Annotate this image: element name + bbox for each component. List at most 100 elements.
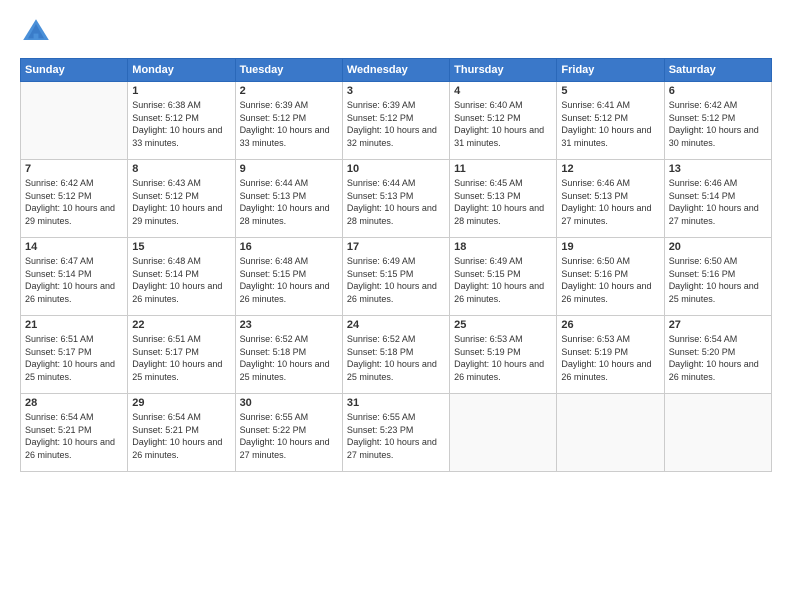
calendar-table: SundayMondayTuesdayWednesdayThursdayFrid… [20, 58, 772, 472]
day-number: 4 [454, 85, 552, 97]
day-info: Sunrise: 6:39 AMSunset: 5:12 PMDaylight:… [240, 99, 338, 149]
logo-icon [20, 16, 52, 48]
calendar-cell [664, 394, 771, 472]
calendar-cell: 29 Sunrise: 6:54 AMSunset: 5:21 PMDayligh… [128, 394, 235, 472]
calendar-cell [450, 394, 557, 472]
calendar-week-row: 1 Sunrise: 6:38 AMSunset: 5:12 PMDaylight… [21, 82, 772, 160]
calendar-cell: 18 Sunrise: 6:49 AMSunset: 5:15 PMDayligh… [450, 238, 557, 316]
day-number: 21 [25, 319, 123, 331]
calendar-cell: 28 Sunrise: 6:54 AMSunset: 5:21 PMDayligh… [21, 394, 128, 472]
day-number: 5 [561, 85, 659, 97]
logo [20, 16, 56, 48]
day-number: 13 [669, 163, 767, 175]
day-info: Sunrise: 6:52 AMSunset: 5:18 PMDaylight:… [347, 333, 445, 383]
day-number: 23 [240, 319, 338, 331]
weekday-header-row: SundayMondayTuesdayWednesdayThursdayFrid… [21, 59, 772, 82]
day-number: 31 [347, 397, 445, 409]
calendar-cell: 16 Sunrise: 6:48 AMSunset: 5:15 PMDayligh… [235, 238, 342, 316]
day-number: 10 [347, 163, 445, 175]
calendar-cell: 31 Sunrise: 6:55 AMSunset: 5:23 PMDayligh… [342, 394, 449, 472]
day-number: 14 [25, 241, 123, 253]
weekday-header-saturday: Saturday [664, 59, 771, 82]
day-info: Sunrise: 6:41 AMSunset: 5:12 PMDaylight:… [561, 99, 659, 149]
day-number: 28 [25, 397, 123, 409]
calendar-cell: 8 Sunrise: 6:43 AMSunset: 5:12 PMDaylight… [128, 160, 235, 238]
day-number: 16 [240, 241, 338, 253]
day-number: 17 [347, 241, 445, 253]
calendar-cell: 2Sunrise: 6:39 AMSunset: 5:12 PMDaylight… [235, 82, 342, 160]
header [20, 16, 772, 48]
page-container: SundayMondayTuesdayWednesdayThursdayFrid… [0, 0, 792, 482]
day-info: Sunrise: 6:54 AMSunset: 5:21 PMDaylight:… [25, 411, 123, 461]
day-info: Sunrise: 6:49 AMSunset: 5:15 PMDaylight:… [347, 255, 445, 305]
day-number: 7 [25, 163, 123, 175]
weekday-header-thursday: Thursday [450, 59, 557, 82]
day-number: 29 [132, 397, 230, 409]
weekday-header-tuesday: Tuesday [235, 59, 342, 82]
calendar-cell: 25 Sunrise: 6:53 AMSunset: 5:19 PMDayligh… [450, 316, 557, 394]
day-info: Sunrise: 6:42 AMSunset: 5:12 PMDaylight:… [669, 99, 767, 149]
calendar-cell: 26 Sunrise: 6:53 AMSunset: 5:19 PMDayligh… [557, 316, 664, 394]
day-number: 18 [454, 241, 552, 253]
day-info: Sunrise: 6:45 AMSunset: 5:13 PMDaylight:… [454, 177, 552, 227]
day-number: 26 [561, 319, 659, 331]
calendar-cell [21, 82, 128, 160]
calendar-cell: 15 Sunrise: 6:48 AMSunset: 5:14 PMDayligh… [128, 238, 235, 316]
calendar-week-row: 28 Sunrise: 6:54 AMSunset: 5:21 PMDayligh… [21, 394, 772, 472]
weekday-header-wednesday: Wednesday [342, 59, 449, 82]
day-number: 19 [561, 241, 659, 253]
day-info: Sunrise: 6:44 AMSunset: 5:13 PMDaylight:… [240, 177, 338, 227]
weekday-header-friday: Friday [557, 59, 664, 82]
day-number: 15 [132, 241, 230, 253]
day-number: 1 [132, 85, 230, 97]
calendar-cell: 22 Sunrise: 6:51 AMSunset: 5:17 PMDayligh… [128, 316, 235, 394]
day-info: Sunrise: 6:39 AMSunset: 5:12 PMDaylight:… [347, 99, 445, 149]
calendar-cell: 27Sunrise: 6:54 AMSunset: 5:20 PMDayligh… [664, 316, 771, 394]
calendar-cell: 17 Sunrise: 6:49 AMSunset: 5:15 PMDayligh… [342, 238, 449, 316]
day-info: Sunrise: 6:50 AMSunset: 5:16 PMDaylight:… [561, 255, 659, 305]
day-number: 20 [669, 241, 767, 253]
day-info: Sunrise: 6:48 AMSunset: 5:14 PMDaylight:… [132, 255, 230, 305]
calendar-cell: 7Sunrise: 6:42 AMSunset: 5:12 PMDaylight… [21, 160, 128, 238]
day-info: Sunrise: 6:43 AMSunset: 5:12 PMDaylight:… [132, 177, 230, 227]
calendar-cell: 6 Sunrise: 6:42 AMSunset: 5:12 PMDaylight… [664, 82, 771, 160]
day-number: 25 [454, 319, 552, 331]
day-info: Sunrise: 6:51 AMSunset: 5:17 PMDaylight:… [132, 333, 230, 383]
calendar-cell: 4 Sunrise: 6:40 AMSunset: 5:12 PMDaylight… [450, 82, 557, 160]
day-number: 6 [669, 85, 767, 97]
calendar-cell [557, 394, 664, 472]
day-info: Sunrise: 6:48 AMSunset: 5:15 PMDaylight:… [240, 255, 338, 305]
day-info: Sunrise: 6:51 AMSunset: 5:17 PMDaylight:… [25, 333, 123, 383]
calendar-cell: 3Sunrise: 6:39 AMSunset: 5:12 PMDaylight… [342, 82, 449, 160]
calendar-cell: 13 Sunrise: 6:46 AMSunset: 5:14 PMDayligh… [664, 160, 771, 238]
calendar-cell: 12 Sunrise: 6:46 AMSunset: 5:13 PMDayligh… [557, 160, 664, 238]
calendar-cell: 24Sunrise: 6:52 AMSunset: 5:18 PMDayligh… [342, 316, 449, 394]
calendar-cell: 20Sunrise: 6:50 AMSunset: 5:16 PMDayligh… [664, 238, 771, 316]
day-info: Sunrise: 6:53 AMSunset: 5:19 PMDaylight:… [561, 333, 659, 383]
day-info: Sunrise: 6:55 AMSunset: 5:23 PMDaylight:… [347, 411, 445, 461]
calendar-cell: 23Sunrise: 6:52 AMSunset: 5:18 PMDayligh… [235, 316, 342, 394]
day-info: Sunrise: 6:38 AMSunset: 5:12 PMDaylight:… [132, 99, 230, 149]
day-info: Sunrise: 6:55 AMSunset: 5:22 PMDaylight:… [240, 411, 338, 461]
calendar-cell: 21 Sunrise: 6:51 AMSunset: 5:17 PMDayligh… [21, 316, 128, 394]
day-info: Sunrise: 6:46 AMSunset: 5:13 PMDaylight:… [561, 177, 659, 227]
day-number: 27 [669, 319, 767, 331]
day-info: Sunrise: 6:40 AMSunset: 5:12 PMDaylight:… [454, 99, 552, 149]
day-info: Sunrise: 6:54 AMSunset: 5:21 PMDaylight:… [132, 411, 230, 461]
calendar-cell: 19 Sunrise: 6:50 AMSunset: 5:16 PMDayligh… [557, 238, 664, 316]
day-info: Sunrise: 6:53 AMSunset: 5:19 PMDaylight:… [454, 333, 552, 383]
day-number: 30 [240, 397, 338, 409]
calendar-week-row: 7Sunrise: 6:42 AMSunset: 5:12 PMDaylight… [21, 160, 772, 238]
day-number: 12 [561, 163, 659, 175]
calendar-cell: 9 Sunrise: 6:44 AMSunset: 5:13 PMDaylight… [235, 160, 342, 238]
day-number: 8 [132, 163, 230, 175]
day-info: Sunrise: 6:49 AMSunset: 5:15 PMDaylight:… [454, 255, 552, 305]
weekday-header-monday: Monday [128, 59, 235, 82]
calendar-cell: 1 Sunrise: 6:38 AMSunset: 5:12 PMDaylight… [128, 82, 235, 160]
calendar-cell: 11Sunrise: 6:45 AMSunset: 5:13 PMDayligh… [450, 160, 557, 238]
day-info: Sunrise: 6:46 AMSunset: 5:14 PMDaylight:… [669, 177, 767, 227]
calendar-cell: 5 Sunrise: 6:41 AMSunset: 5:12 PMDaylight… [557, 82, 664, 160]
calendar-week-row: 14Sunrise: 6:47 AMSunset: 5:14 PMDayligh… [21, 238, 772, 316]
day-number: 22 [132, 319, 230, 331]
day-number: 9 [240, 163, 338, 175]
